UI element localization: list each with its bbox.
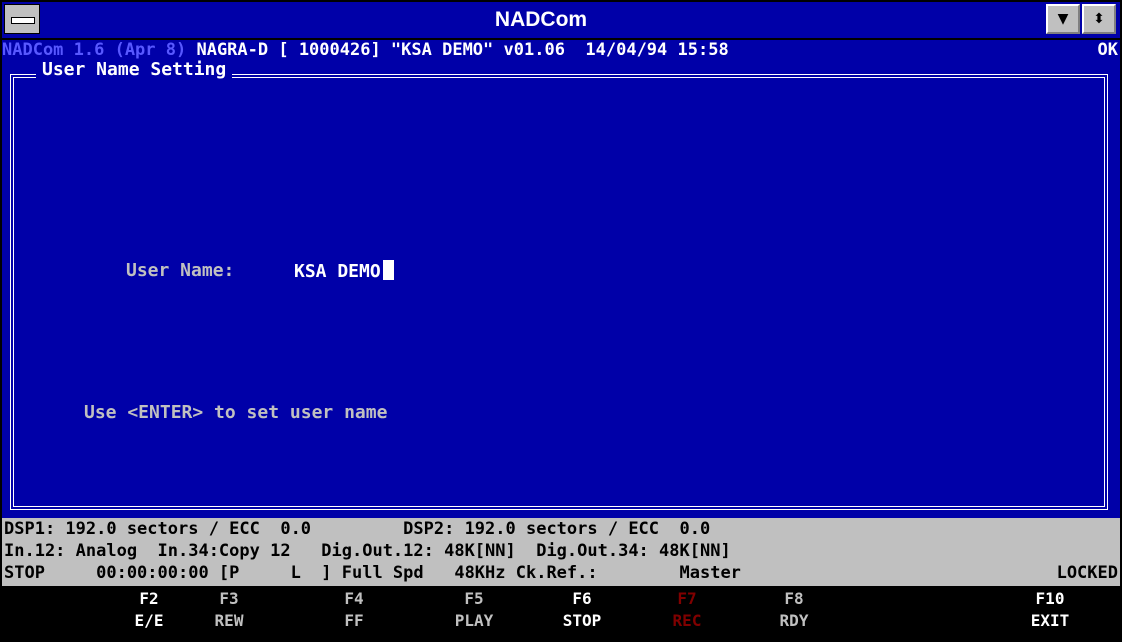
fkey-f8-rdy-button[interactable]: F8 RDY: [754, 588, 834, 632]
instruction-text: Use <ENTER> to set user name: [84, 402, 388, 423]
fkey-label: E/E: [134, 611, 164, 630]
fkey-f2-ee-button[interactable]: F2 E/E: [109, 588, 189, 632]
user-name-label: User Name:: [126, 260, 235, 281]
user-name-dialog-frame: [10, 74, 1108, 510]
fkey-f3-rew-button[interactable]: F3 REW: [189, 588, 269, 632]
fkey-f5-play-button[interactable]: F5 PLAY: [434, 588, 514, 632]
app-version: NADCom 1.6 (Apr 8): [2, 40, 187, 60]
maximize-button[interactable]: ⬍: [1082, 4, 1116, 34]
transport-status-row: STOP 00:00:00:00 [P L ] Full Spd 48KHz C…: [4, 563, 741, 583]
minimize-button[interactable]: ▼: [1046, 4, 1080, 34]
system-menu-icon: [11, 17, 35, 24]
system-menu-button[interactable]: [4, 4, 40, 34]
fkey-key: F2: [139, 589, 159, 608]
function-key-bar: F2 E/E F3 REW F4 FF F5 PLAY F6 STOP F7 R…: [2, 586, 1120, 640]
nadcom-window: NADCom ▼ ⬍ NADCom 1.6 (Apr 8) NAGRA-D [ …: [0, 0, 1122, 642]
recorder-info-area: DSP1: 192.0 sectors / ECC 0.0 DSP2: 192.…: [2, 518, 1120, 586]
status-ok: OK: [1097, 40, 1118, 60]
fkey-label: FF: [344, 611, 364, 630]
minimize-icon: ▼: [1057, 11, 1069, 27]
fkey-key: F8: [784, 589, 804, 608]
device-status-line: NADCom 1.6 (Apr 8) NAGRA-D [ 1000426] "K…: [2, 40, 1120, 60]
fkey-f10-exit-button[interactable]: F10 EXIT: [1010, 588, 1090, 632]
fkey-label: REW: [214, 611, 244, 630]
fkey-key: F3: [219, 589, 239, 608]
fkey-key: F7: [677, 589, 697, 608]
fkey-label: RDY: [779, 611, 809, 630]
io-status-row: In.12: Analog In.34:Copy 12 Dig.Out.12: …: [4, 541, 731, 561]
fkey-key: F10: [1035, 589, 1065, 608]
user-name-value: KSA DEMO: [294, 261, 381, 282]
window-title: NADCom: [494, 8, 588, 31]
fkey-label: STOP: [562, 611, 602, 630]
text-cursor: [382, 260, 394, 280]
dialog-title: User Name Setting: [36, 60, 233, 80]
fkey-label: REC: [672, 611, 702, 630]
main-panel: User Name Setting User Name: KSA DEMO Us…: [2, 60, 1120, 518]
fkey-key: F6: [572, 589, 592, 608]
device-info: NAGRA-D [ 1000426] "KSA DEMO" v01.06 14/…: [186, 40, 729, 60]
user-name-input[interactable]: KSA DEMO: [294, 260, 394, 282]
fkey-key: F4: [344, 589, 364, 608]
title-bar[interactable]: NADCom ▼ ⬍: [2, 2, 1120, 40]
fkey-label: EXIT: [1030, 611, 1070, 630]
fkey-f7-rec-button[interactable]: F7 REC: [647, 588, 727, 632]
dsp-status-row: DSP1: 192.0 sectors / ECC 0.0 DSP2: 192.…: [4, 519, 711, 539]
restore-icon: ⬍: [1093, 11, 1105, 27]
fkey-key: F5: [464, 589, 484, 608]
fkey-f6-stop-button[interactable]: F6 STOP: [542, 588, 622, 632]
fkey-f4-ff-button[interactable]: F4 FF: [314, 588, 394, 632]
lock-status: LOCKED: [1056, 563, 1118, 583]
fkey-label: PLAY: [454, 611, 494, 630]
